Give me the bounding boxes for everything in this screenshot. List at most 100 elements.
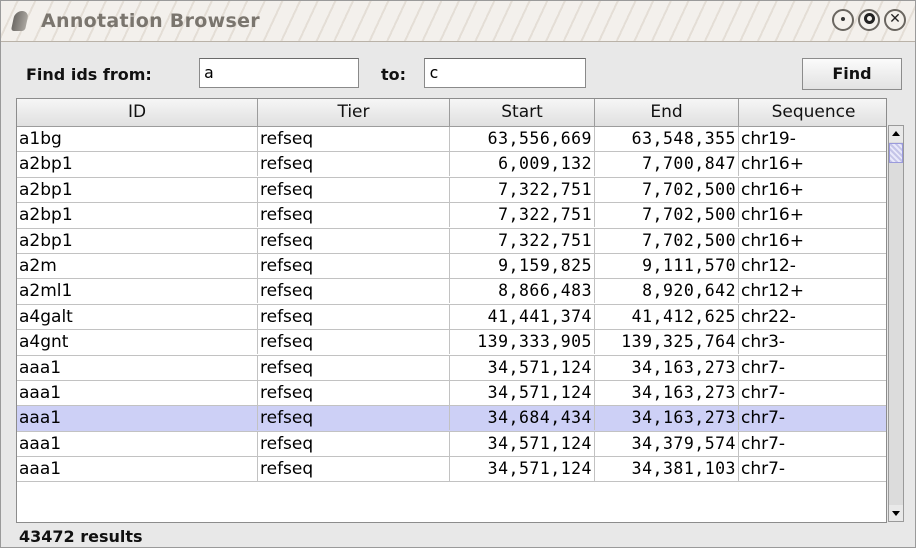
cell-start: 34,571,124 <box>450 355 595 380</box>
scroll-thumb[interactable] <box>889 143 903 163</box>
close-icon: ✕ <box>889 11 901 27</box>
cell-sequence: chr19- <box>741 129 796 149</box>
cell-id: aaa1 <box>17 457 258 482</box>
cell-tier: refseq <box>258 431 450 456</box>
table-row[interactable]: a4galt refseq 41,441,374 41,412,625 chr22- <box>17 304 886 331</box>
cell-tier: refseq <box>258 304 450 329</box>
table-row[interactable]: aaa1 refseq 34,571,124 34,163,273 chr7- <box>17 355 886 381</box>
cell-sequence: chr16+ <box>741 230 804 251</box>
column-header-start[interactable]: Start <box>450 99 595 126</box>
cell-end: 63,548,355 <box>595 127 739 151</box>
cell-id: aaa1 <box>17 431 258 456</box>
cell-id: a1bg <box>17 127 258 151</box>
cell-start: 7,322,751 <box>450 203 595 228</box>
results-count: 43472 results <box>19 527 143 546</box>
cell-tier: refseq <box>258 203 450 228</box>
cell-sequence: chr12+ <box>741 281 804 302</box>
table-row[interactable]: a2bp1 refseq 7,322,751 7,702,500 chr16+ <box>17 228 886 254</box>
cell-id: a4gnt <box>17 330 258 355</box>
cell-tier: refseq <box>258 406 450 431</box>
cell-start: 7,322,751 <box>450 177 595 202</box>
cell-sequence: chr3- <box>741 332 786 353</box>
cell-sequence: chr16+ <box>741 205 804 226</box>
cell-start: 34,571,124 <box>450 431 595 456</box>
title-bar[interactable]: Annotation Browser ✕ <box>1 1 915 42</box>
cell-start: 34,684,434 <box>450 406 595 431</box>
cell-start: 34,571,124 <box>450 380 595 405</box>
cell-id: a4galt <box>17 304 258 329</box>
cell-tier: refseq <box>258 253 450 278</box>
cell-end: 34,163,273 <box>595 406 739 431</box>
cell-start: 8,866,483 <box>450 279 595 304</box>
table-row[interactable]: aaa1 refseq 34,571,124 34,379,574 chr7- <box>17 431 886 458</box>
column-header-sequence[interactable]: Sequence <box>739 99 886 126</box>
cell-tier: refseq <box>258 177 450 202</box>
scroll-down-icon[interactable] <box>889 505 903 521</box>
cell-sequence: chr7- <box>741 357 786 378</box>
cell-sequence: chr7- <box>741 459 786 480</box>
minimize-button[interactable] <box>832 9 854 31</box>
find-to-label: to: <box>381 65 407 84</box>
find-bar: Find ids from: a to: c Find <box>1 42 915 97</box>
cell-id: a2m <box>17 253 258 278</box>
maximize-button[interactable] <box>858 9 880 31</box>
table-row[interactable]: a1bg refseq 63,556,669 63,548,355 chr19- <box>17 127 886 153</box>
cell-start: 41,441,374 <box>450 304 595 329</box>
column-header-tier[interactable]: Tier <box>258 99 450 126</box>
annotation-browser-window: Annotation Browser ✕ Find ids from: a to… <box>0 0 916 548</box>
cell-id: aaa1 <box>17 380 258 405</box>
column-header-id[interactable]: ID <box>17 99 258 126</box>
cell-end: 7,702,500 <box>595 228 739 253</box>
cell-end: 34,163,273 <box>595 380 739 405</box>
minimize-icon <box>841 17 845 21</box>
window-menu-icon[interactable] <box>10 11 30 31</box>
cell-sequence: chr16+ <box>741 179 804 200</box>
cell-tier: refseq <box>258 152 450 177</box>
close-button[interactable]: ✕ <box>884 9 906 31</box>
find-from-label: Find ids from: <box>26 65 152 84</box>
cell-sequence: chr22- <box>741 306 796 327</box>
cell-end: 34,163,273 <box>595 355 739 380</box>
table-row[interactable]: a2bp1 refseq 7,322,751 7,702,500 chr16+ <box>17 203 886 229</box>
cell-sequence: chr7- <box>741 408 786 429</box>
table-row[interactable]: aaa1 refseq 34,571,124 34,163,273 chr7- <box>17 380 886 407</box>
table-row[interactable]: aaa1 refseq 34,684,434 34,163,273 chr7- <box>17 406 886 432</box>
find-from-input[interactable]: a <box>199 58 359 88</box>
table-row[interactable]: a2bp1 refseq 6,009,132 7,700,847 chr16+ <box>17 152 886 178</box>
cell-start: 63,556,669 <box>450 127 595 151</box>
cell-start: 139,333,905 <box>450 330 595 355</box>
cell-start: 9,159,825 <box>450 253 595 278</box>
cell-sequence: chr16+ <box>741 154 804 175</box>
cell-tier: refseq <box>258 330 450 355</box>
cell-id: a2bp1 <box>17 203 258 228</box>
cell-end: 9,111,570 <box>595 253 739 278</box>
cell-end: 34,381,103 <box>595 457 739 482</box>
cell-sequence: chr7- <box>741 433 786 454</box>
cell-tier: refseq <box>258 380 450 405</box>
column-header-end[interactable]: End <box>595 99 739 126</box>
cell-id: a2bp1 <box>17 177 258 202</box>
cell-sequence: chr7- <box>741 382 786 403</box>
scroll-up-icon[interactable] <box>889 126 903 142</box>
table-row[interactable]: a2m refseq 9,159,825 9,111,570 chr12- <box>17 253 886 280</box>
cell-end: 41,412,625 <box>595 304 739 329</box>
cell-tier: refseq <box>258 457 450 482</box>
cell-end: 8,920,642 <box>595 279 739 304</box>
cell-start: 6,009,132 <box>450 152 595 177</box>
table-body: a1bg refseq 63,556,669 63,548,355 chr19- a2bp… <box>17 127 886 483</box>
annotation-table: ID Tier Start End Sequence a1bg refseq 63,… <box>16 98 887 523</box>
table-row[interactable]: a4gnt refseq 139,333,905 139,325,764 chr3- <box>17 330 886 356</box>
cell-start: 34,571,124 <box>450 457 595 482</box>
cell-id: a2bp1 <box>17 152 258 177</box>
find-to-input[interactable]: c <box>424 58 586 88</box>
cell-start: 7,322,751 <box>450 228 595 253</box>
table-row[interactable]: aaa1 refseq 34,571,124 34,381,103 chr7- <box>17 457 886 483</box>
vertical-scrollbar[interactable] <box>888 125 904 522</box>
table-row[interactable]: a2bp1 refseq 7,322,751 7,702,500 chr16+ <box>17 177 886 204</box>
cell-tier: refseq <box>258 228 450 253</box>
find-button[interactable]: Find <box>802 58 902 90</box>
cell-tier: refseq <box>258 279 450 304</box>
window-title: Annotation Browser <box>41 10 260 32</box>
cell-tier: refseq <box>258 127 450 151</box>
table-row[interactable]: a2ml1 refseq 8,866,483 8,920,642 chr12+ <box>17 279 886 305</box>
